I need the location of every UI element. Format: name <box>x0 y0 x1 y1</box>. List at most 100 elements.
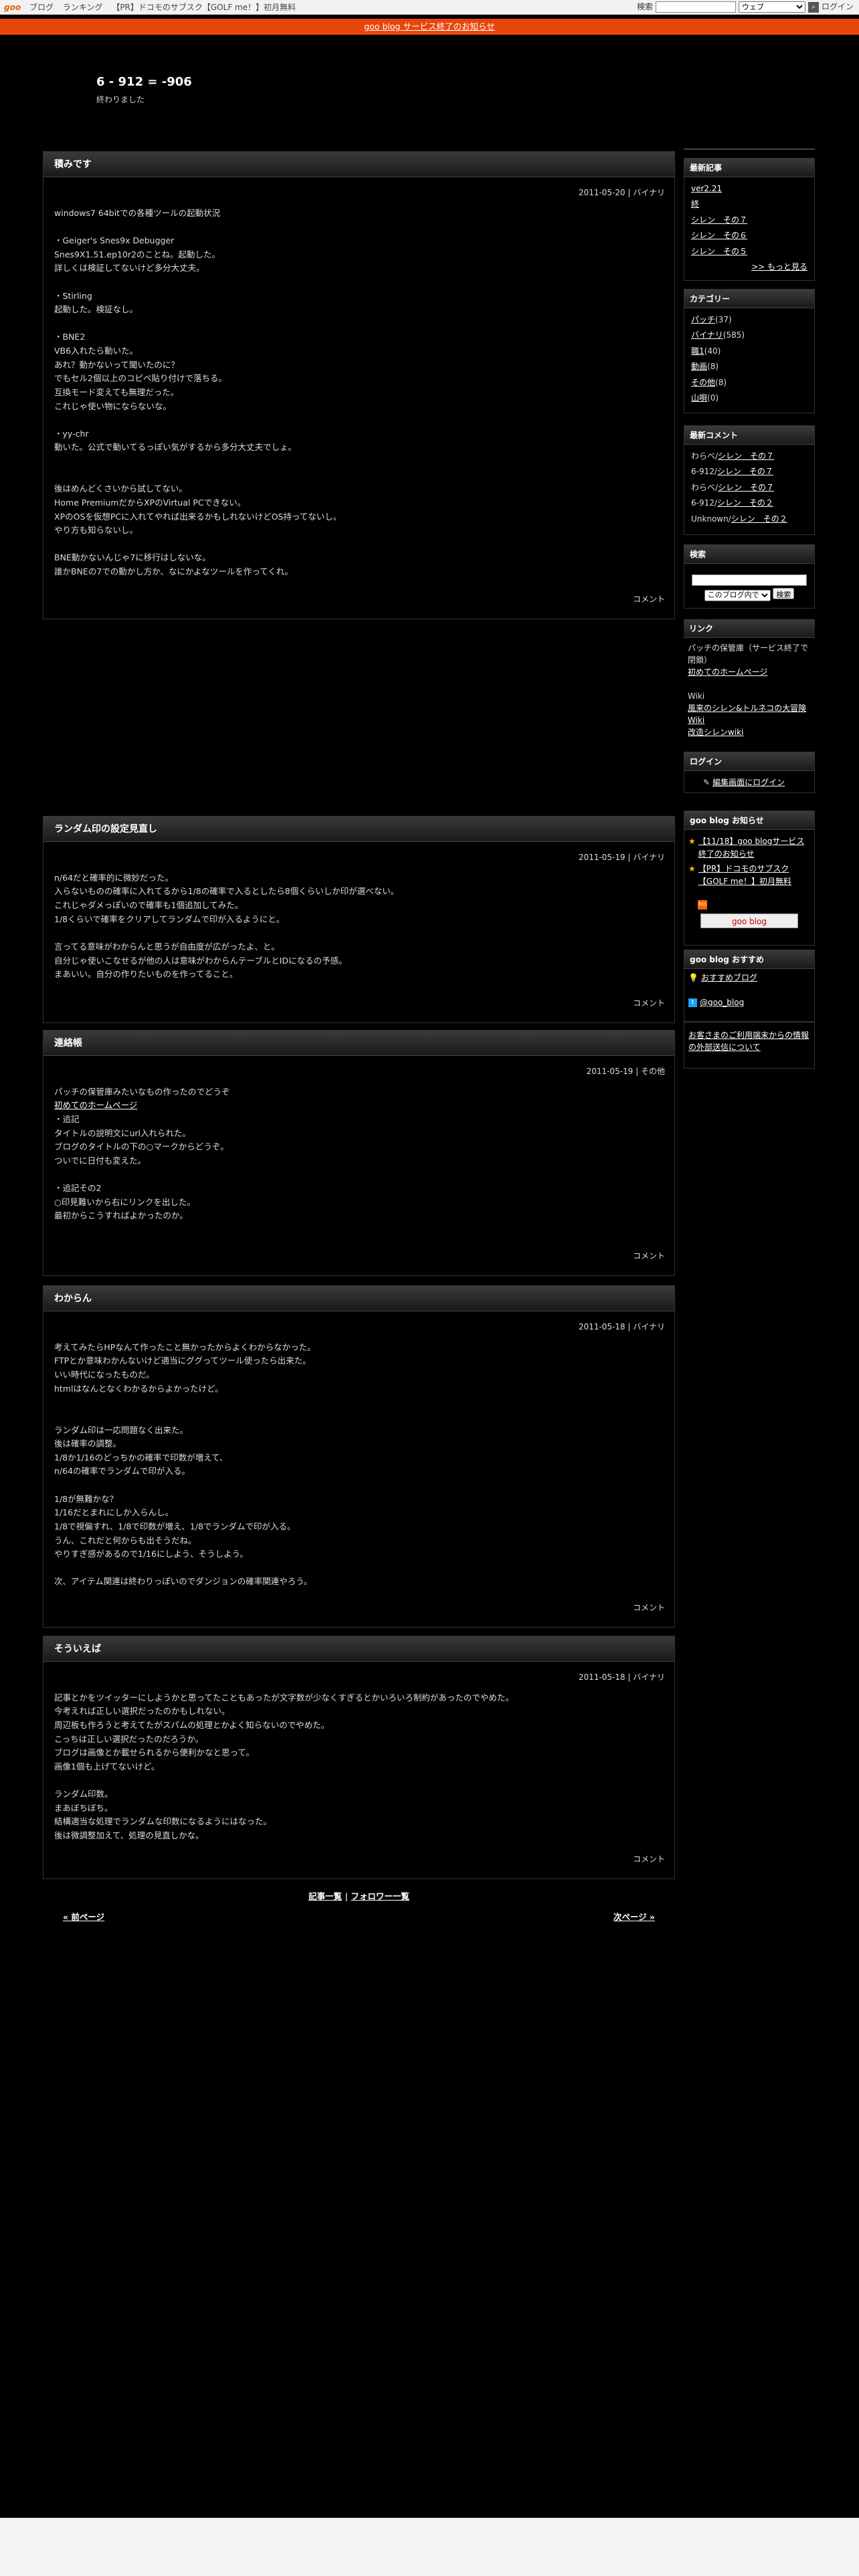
entry-comment-link[interactable]: コメント <box>633 593 665 607</box>
star-icon: ★ <box>688 837 696 846</box>
next-page-link[interactable]: 次ページ » <box>613 1911 655 1925</box>
category-link[interactable]: 山唄 <box>691 393 707 403</box>
wiki-link[interactable]: 風来のシレン&トルネコの大冒険 Wiki <box>688 702 811 726</box>
follower-list-link[interactable]: フォロワー一覧 <box>351 1891 409 1901</box>
top-bar: goo ブログ ランキング 【PR】ドコモのサブスク【GOLF me！】初月無料… <box>0 0 859 15</box>
top-login-link[interactable]: ログイン <box>822 1 854 14</box>
entry-category[interactable]: バイナリ <box>633 1673 665 1682</box>
entry-meta: 2011-05-20 | バイナリ <box>578 188 665 197</box>
pencil-icon: ✎ <box>703 778 710 787</box>
wiki-link[interactable]: 改造シレンwiki <box>688 728 743 737</box>
blog-search-input[interactable] <box>692 574 807 586</box>
category-link[interactable]: その他 <box>691 378 715 387</box>
top-link-pr[interactable]: 【PR】ドコモのサブスク【GOLF me！】初月無料 <box>112 3 296 12</box>
entry-meta: 2011-05-19 | バイナリ <box>578 853 665 862</box>
entry-date: 2011-05-20 <box>578 188 626 197</box>
edit-login-link[interactable]: 編集画面にログイン <box>712 778 785 787</box>
sidebar-privacy: お客さまのご利用端末からの情報の外部送信について <box>684 1022 815 1069</box>
entry: ランダム印の設定見直し 2011-05-19 | バイナリ n/64だと確率的に… <box>43 816 675 1023</box>
blog-title[interactable]: 6 - 912 = -906 <box>96 72 192 92</box>
top-link-ranking[interactable]: ランキング <box>63 3 103 12</box>
entry-comment-link[interactable]: コメント <box>633 1853 665 1866</box>
entry-date: 2011-05-18 <box>578 1673 626 1682</box>
entry-body: 記事とかをツイッターにしようかと思ってたこともあったが文字数が少なくすぎるとかい… <box>54 1692 514 1841</box>
entry-category[interactable]: バイナリ <box>633 853 665 862</box>
privacy-link[interactable]: お客さまのご利用端末からの情報の外部送信について <box>688 1031 809 1052</box>
header-divider <box>684 148 815 150</box>
entry-body: n/64だと確率的に微妙だった。 入らないものの確率に入れてるから1/8の確率で… <box>54 872 399 980</box>
entry-body: パッチの保管庫みたいなもの作ったのでどうぞ 初めてのホームページ ・追記 タイト… <box>43 1079 674 1223</box>
entry: 積みです 2011-05-20 | バイナリ windows7 64bitでの各… <box>43 151 675 619</box>
comment-link[interactable]: シレン その７ <box>717 467 773 476</box>
entry-title[interactable]: 積みです <box>43 152 674 177</box>
sidebar-goo-notice: goo blog お知らせ ★ 【11/18】goo blogサービス終了のお知ら… <box>684 811 815 946</box>
category-link[interactable]: 動画 <box>691 362 707 371</box>
goo-logo[interactable]: goo <box>4 1 21 15</box>
sidebar-comments: 最新コメント わらべ/シレン その７ 6-912/シレン その７ わらべ/シレン… <box>684 425 815 535</box>
goo-blog-button[interactable]: goo blog <box>700 914 798 929</box>
category-link[interactable]: パッチ <box>691 315 715 324</box>
service-end-notice: goo blog サービス終了のお知らせ <box>0 19 859 35</box>
category-link[interactable]: 職1 <box>691 346 704 356</box>
entry: 連絡帳 2011-05-19 | その他 パッチの保管庫みたいなもの作ったのでど… <box>43 1030 675 1276</box>
recent-entry-link[interactable]: シレン その７ <box>691 213 807 228</box>
category-link[interactable]: バイナリ <box>691 330 723 340</box>
sidebar-recent: 最新記事 ver2.21 終 シレン その７ シレン その６ シレン その５ >… <box>684 158 815 281</box>
recent-entry-link[interactable]: シレン その６ <box>691 228 807 243</box>
goo-notice-link[interactable]: 【PR】ドコモのサブスク【GOLF me！】初月無料 <box>698 863 810 887</box>
recent-entry-link[interactable]: ver2.21 <box>691 181 807 197</box>
comment-link[interactable]: シレン その７ <box>718 451 774 461</box>
entry-meta: 2011-05-19 | その他 <box>586 1067 665 1076</box>
search-icon[interactable]: ⌕ <box>807 1 819 13</box>
blog-search-scope[interactable]: このブログ内で <box>704 589 771 601</box>
entry-title[interactable]: わからん <box>43 1286 674 1311</box>
comment-link[interactable]: シレン その７ <box>718 483 774 492</box>
entry-category[interactable]: その他 <box>641 1067 665 1076</box>
entry-pager: 記事一覧 | フォロワー一覧 <box>308 1891 409 1901</box>
entry-title[interactable]: ランダム印の設定見直し <box>43 817 674 842</box>
sidebar-links: リンク パッチの保管庫（サービス終了で閉鎖） 初めてのホームページ Wiki 風… <box>684 619 815 748</box>
recent-more-link[interactable]: >> もっと見る <box>751 262 807 272</box>
sidebar-search: 検索 このブログ内で 検索 <box>684 544 815 609</box>
entry-body-rest: ・追記 タイトルの説明文にurl入れられた。 ブログのタイトルの下の○マークから… <box>54 1114 229 1221</box>
entry-list-link[interactable]: 記事一覧 <box>308 1891 342 1901</box>
service-end-link[interactable]: goo blog サービス終了のお知らせ <box>364 21 494 31</box>
entry-meta: 2011-05-18 | バイナリ <box>578 1322 665 1331</box>
twitter-link[interactable]: @goo_blog <box>700 998 744 1007</box>
top-search-input[interactable] <box>655 1 736 13</box>
blog-search-button[interactable]: 検索 <box>773 588 795 599</box>
sidebar-recommend: goo blog おすすめ 💡 おすすめブログ t @goo_blog <box>684 950 815 1022</box>
recent-entry-link[interactable]: 終 <box>691 197 807 212</box>
recommend-blog-link[interactable]: おすすめブログ <box>701 973 757 982</box>
top-links: ブログ ランキング 【PR】ドコモのサブスク【GOLF me！】初月無料 <box>29 1 302 15</box>
goo-notice-link[interactable]: 【11/18】goo blogサービス終了のお知らせ <box>698 835 810 860</box>
sidebar-recommend-title: goo blog おすすめ <box>684 950 814 969</box>
sidebar-category-title: カテゴリー <box>684 290 814 308</box>
sidebar-comments-title: 最新コメント <box>684 426 814 445</box>
sidebar-search-title: 検索 <box>684 545 814 564</box>
prev-page-link[interactable]: « 前ページ <box>63 1911 104 1925</box>
entry-meta: 2011-05-18 | バイナリ <box>578 1673 665 1682</box>
entry-category[interactable]: バイナリ <box>633 188 665 197</box>
entry-title[interactable]: そういえば <box>43 1636 674 1662</box>
entry-comment-link[interactable]: コメント <box>633 1602 665 1615</box>
wiki-label: Wiki <box>688 691 705 701</box>
sidebar-goo-notice-title: goo blog お知らせ <box>684 811 814 830</box>
top-search-label: 検索 <box>636 2 653 11</box>
links-desc: パッチの保管庫（サービス終了で閉鎖） <box>688 643 809 665</box>
entry-comment-link[interactable]: コメント <box>633 1250 665 1263</box>
comment-link[interactable]: シレン その２ <box>717 498 773 508</box>
entry-comment-link[interactable]: コメント <box>633 997 665 1010</box>
entry-date: 2011-05-19 <box>578 853 626 862</box>
entry-category[interactable]: バイナリ <box>633 1322 665 1331</box>
top-search-scope[interactable]: ウェブ <box>738 1 805 13</box>
entry-date: 2011-05-18 <box>578 1322 626 1331</box>
entry-title[interactable]: 連絡帳 <box>43 1031 674 1056</box>
rss-icon[interactable]: RSS <box>698 900 707 910</box>
comment-link[interactable]: シレン その２ <box>731 514 787 524</box>
blog-description: 終わりました <box>96 95 145 104</box>
entry-hp-link[interactable]: 初めてのホームページ <box>54 1100 137 1110</box>
recent-entry-link[interactable]: シレン その５ <box>691 244 807 259</box>
hp-link[interactable]: 初めてのホームページ <box>688 667 767 677</box>
top-link-blog[interactable]: ブログ <box>29 3 54 12</box>
